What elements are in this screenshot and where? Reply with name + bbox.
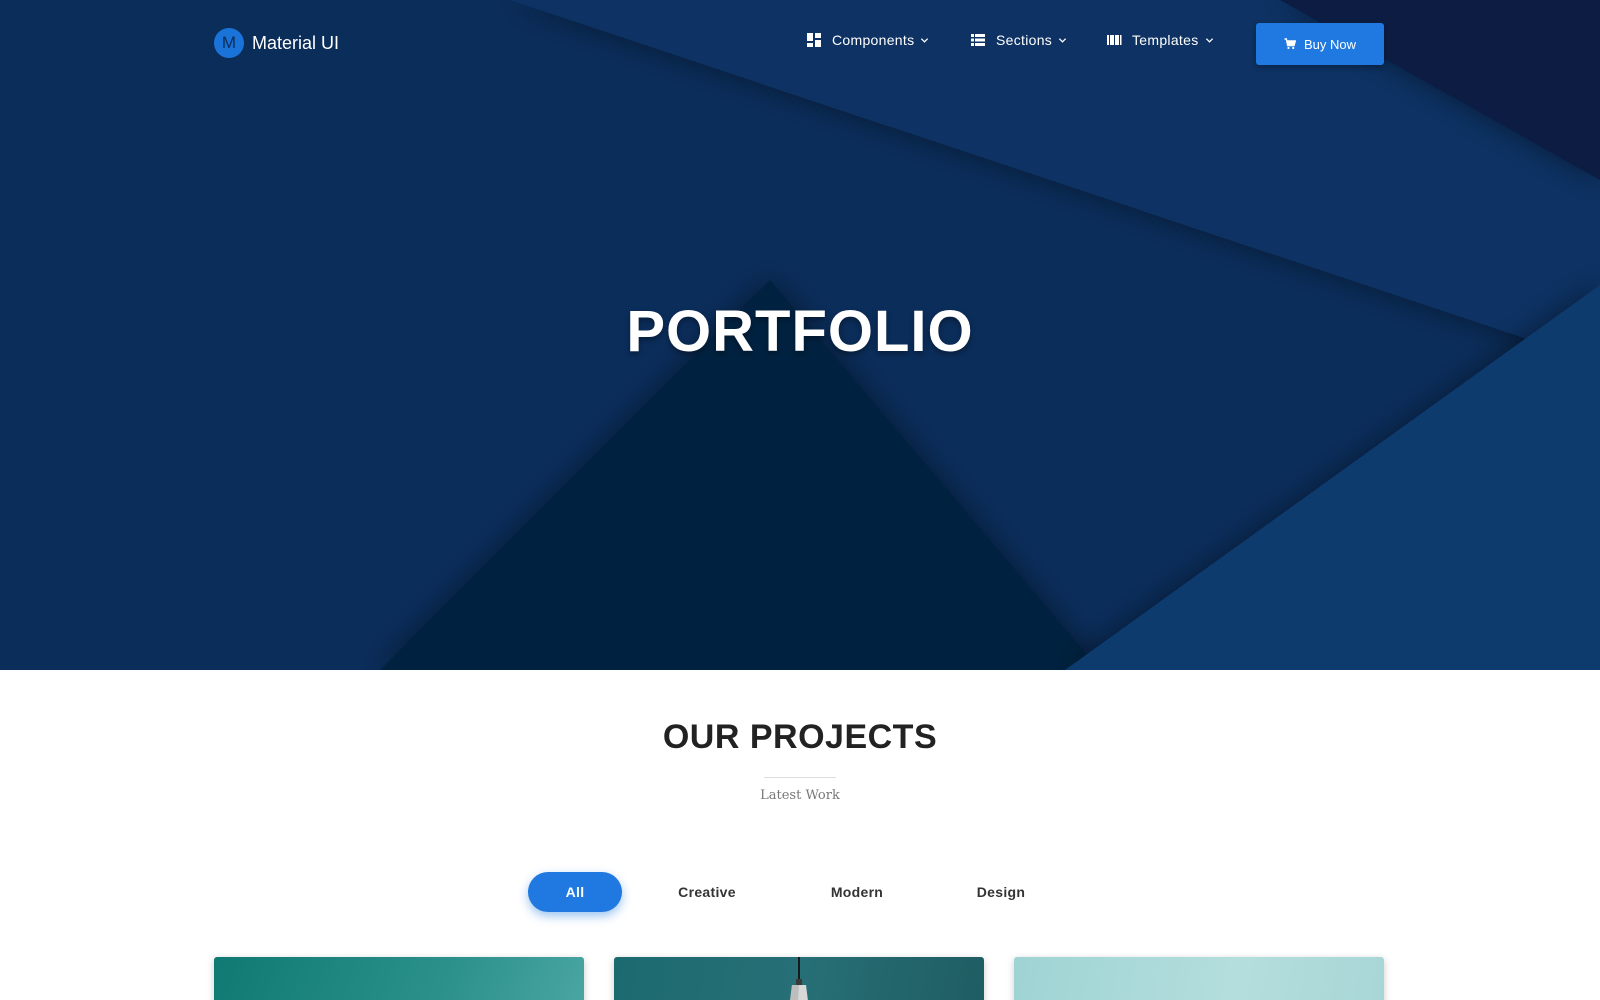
- nav-item-label: Templates: [1132, 32, 1199, 48]
- project-card[interactable]: [214, 957, 584, 1000]
- brand-mark: M: [214, 28, 244, 58]
- brand-name: Material UI: [252, 32, 340, 53]
- section-subtitle: Latest Work: [760, 788, 840, 803]
- list-icon: [971, 34, 985, 46]
- filter-tab-creative[interactable]: Creative: [660, 872, 754, 912]
- nav-item-templates[interactable]: Templates: [1106, 32, 1214, 48]
- nav-item-label: Sections: [996, 32, 1053, 48]
- view-column-icon: [1107, 35, 1122, 45]
- title-divider: [764, 777, 836, 778]
- buy-now-button[interactable]: Buy Now: [1256, 23, 1384, 65]
- dashboard-icon: [807, 33, 821, 47]
- section-title: OUR PROJECTS: [662, 718, 938, 756]
- filter-tab-all[interactable]: All: [528, 872, 622, 912]
- project-card[interactable]: [614, 957, 984, 1000]
- buy-now-label: Buy Now: [1303, 36, 1357, 52]
- lamp-image: [790, 957, 808, 1000]
- nav-item-sections[interactable]: Sections: [970, 32, 1067, 48]
- chevron-down-icon: [1205, 37, 1213, 43]
- filter-tab-design[interactable]: Design: [954, 872, 1048, 912]
- project-filter-tabs: All Creative Modern Design: [0, 872, 1600, 912]
- cart-icon: [1284, 38, 1296, 50]
- nav-item-label: Components: [832, 32, 915, 48]
- nav-item-components[interactable]: Components: [806, 32, 929, 48]
- chevron-down-icon: [921, 37, 929, 43]
- filter-tab-modern[interactable]: Modern: [810, 872, 904, 912]
- chevron-down-icon: [1059, 37, 1067, 43]
- project-card[interactable]: [1014, 957, 1384, 1000]
- page-title: PORTFOLIO: [626, 299, 974, 364]
- hero-section: M Material UI Components Sections Templa…: [0, 0, 1600, 670]
- top-navbar: M Material UI Components Sections Templa…: [0, 0, 1600, 88]
- brand-logo[interactable]: M Material UI: [214, 28, 339, 58]
